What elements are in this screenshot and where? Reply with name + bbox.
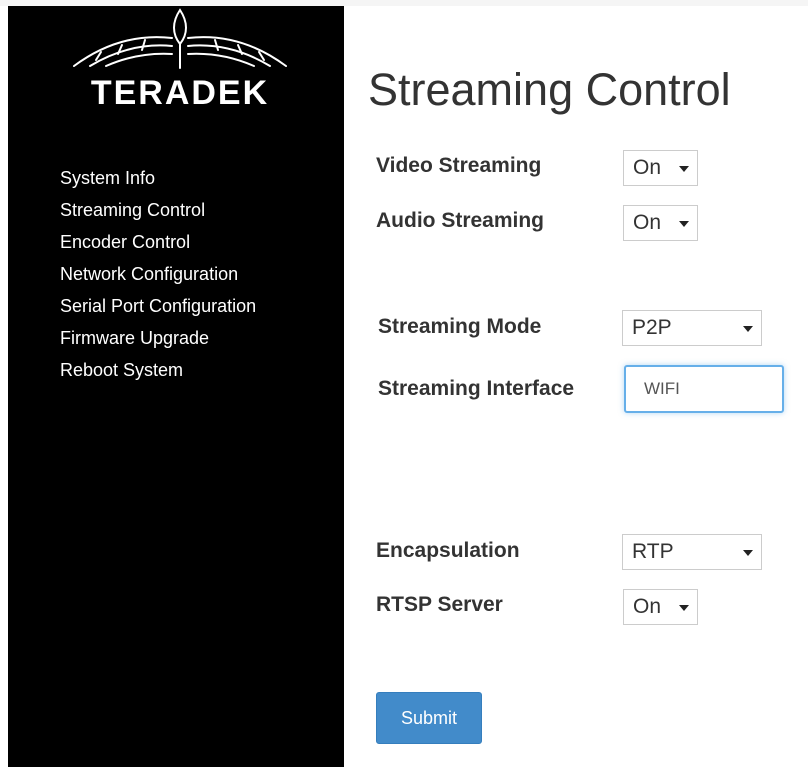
encapsulation-label: Encapsulation xyxy=(376,539,520,562)
video-streaming-label: Video Streaming xyxy=(376,154,542,177)
streaming-mode-label: Streaming Mode xyxy=(378,315,542,338)
sidebar-item-streaming-control[interactable]: Streaming Control xyxy=(60,194,256,226)
video-streaming-value: On xyxy=(633,156,662,179)
streaming-interface-value: WIFI xyxy=(644,379,680,398)
rtsp-server-value: On xyxy=(633,595,662,618)
chevron-down-icon xyxy=(743,550,753,556)
streaming-interface-label: Streaming Interface xyxy=(378,377,575,400)
sidebar-item-encoder-control[interactable]: Encoder Control xyxy=(60,226,256,258)
sidebar-item-system-info[interactable]: System Info xyxy=(60,162,256,194)
chevron-down-icon xyxy=(679,166,689,172)
sidebar-item-network-configuration[interactable]: Network Configuration xyxy=(60,258,256,290)
chevron-down-icon xyxy=(679,221,689,227)
sidebar-nav: System Info Streaming Control Encoder Co… xyxy=(60,162,256,386)
sidebar-item-firmware-upgrade[interactable]: Firmware Upgrade xyxy=(60,322,256,354)
encapsulation-select[interactable]: RTP xyxy=(622,534,762,570)
streaming-interface-input[interactable]: WIFI xyxy=(624,365,784,413)
teradek-logo-graphic: TERADEK xyxy=(73,8,287,112)
audio-streaming-select[interactable]: On xyxy=(623,205,698,241)
rtsp-server-label: RTSP Server xyxy=(376,593,503,616)
video-streaming-select[interactable]: On xyxy=(623,150,698,186)
teradek-logo[interactable]: TERADEK xyxy=(60,8,300,118)
sidebar-item-serial-port-configuration[interactable]: Serial Port Configuration xyxy=(60,290,256,322)
chevron-down-icon xyxy=(679,605,689,611)
sidebar: TERADEK System Info Streaming Control En… xyxy=(8,6,344,767)
streaming-mode-value: P2P xyxy=(632,316,672,339)
sidebar-item-reboot-system[interactable]: Reboot System xyxy=(60,354,256,386)
chevron-down-icon xyxy=(743,326,753,332)
streaming-mode-select[interactable]: P2P xyxy=(622,310,762,346)
logo-text: TERADEK xyxy=(91,74,269,112)
encapsulation-value: RTP xyxy=(632,540,674,563)
submit-button[interactable]: Submit xyxy=(376,692,482,744)
audio-streaming-label: Audio Streaming xyxy=(376,209,545,232)
audio-streaming-value: On xyxy=(633,211,662,234)
page: TERADEK System Info Streaming Control En… xyxy=(0,0,808,767)
page-title: Streaming Control xyxy=(368,64,731,115)
rtsp-server-select[interactable]: On xyxy=(623,589,698,625)
main-content: Streaming Control Video Streaming On Aud… xyxy=(344,6,808,767)
